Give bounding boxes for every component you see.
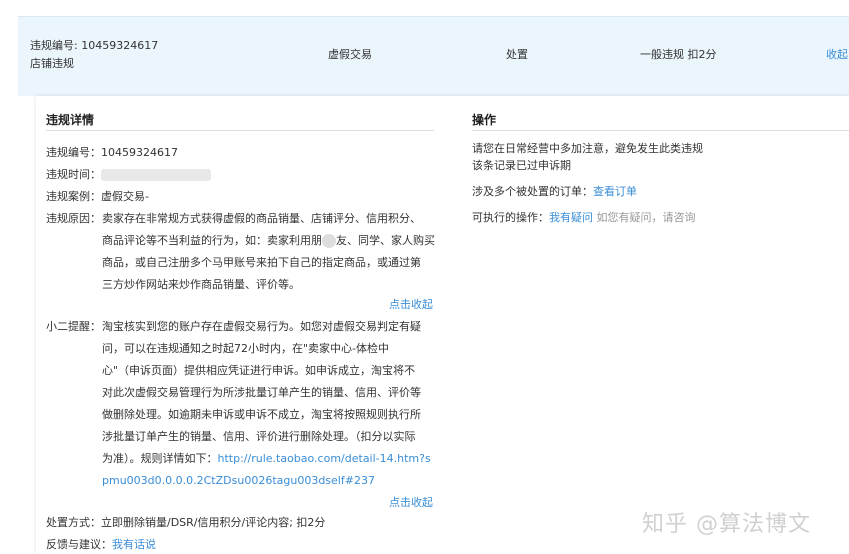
notice-line: 请您在日常经营中多加注意，避免发生此类违规 (472, 142, 703, 155)
reminder-line: 淘宝核实到您的账户存在虚假交易行为。如您对虚假交易判定有疑 (102, 320, 421, 333)
reminder-line: 问，可以在违规通知之时起72小时内，在"卖家中心-体检中 (102, 342, 390, 355)
rule-link-cont[interactable]: pmu003d0.0.0.0.2CtZDsu0026tagu003dself#2… (102, 470, 442, 492)
detail-id-label: 违规编号： (46, 146, 101, 159)
summary-status: 处置 (506, 48, 528, 61)
detail-reminder-text: 淘宝核实到您的账户存在虚假交易行为。如您对虚假交易判定有疑 问，可以在违规通知之… (102, 316, 442, 492)
summary-penalty: 一般违规 扣2分 (640, 48, 717, 61)
details-panel: 违规详情 违规编号：10459324617 违规时间： 违规案例：虚假交易- 违… (36, 96, 849, 554)
detail-handling-row: 处置方式：立即删除销量/DSR/信用积分/评论内容; 扣2分 (46, 512, 325, 534)
details-divider (46, 130, 434, 131)
view-orders-link[interactable]: 查看订单 (593, 185, 637, 198)
detail-case-row: 违规案例：虚假交易- (46, 186, 149, 208)
summary-type: 虚假交易 (328, 48, 372, 61)
fold-link-1[interactable]: 点击收起 (389, 294, 433, 316)
detail-id-value: 10459324617 (101, 146, 178, 159)
notice-line: 该条记录已过申诉期 (472, 159, 571, 172)
rule-link[interactable]: http://rule.taobao.com/detail-14.htm?s (218, 452, 431, 465)
orders-label: 涉及多个被处置的订单： (472, 185, 593, 198)
redacted-time (101, 169, 211, 181)
detail-case-value: 虚假交易- (101, 190, 149, 203)
detail-feedback-label: 反馈与建议： (46, 538, 112, 551)
actions-row: 可执行的操作：我有疑问 如您有疑问，请咨询 (472, 207, 696, 229)
feedback-link[interactable]: 我有话说 (112, 538, 156, 551)
reason-line-2: 商品评论等不当利益的行为，如：卖家利用朋 友、同学、家人购买 (102, 234, 435, 248)
actions-hint: 如您有疑问，请咨询 (596, 211, 696, 224)
redacted-mark (322, 234, 336, 248)
detail-feedback-row: 反馈与建议：我有话说 (46, 534, 156, 554)
collapse-link[interactable]: 收起 (826, 46, 848, 62)
summary-id-label: 违规编号: (30, 39, 78, 52)
detail-handling-label: 处置方式： (46, 516, 101, 529)
detail-reason-text: 卖家存在非常规方式获得虚假的商品销量、店铺评分、信用积分、 商品评论等不当利益的… (102, 208, 442, 296)
operations-title: 操作 (472, 113, 497, 127)
question-link[interactable]: 我有疑问 (549, 211, 593, 224)
operations-divider (472, 130, 849, 131)
reminder-line: 做删除处理。如逾期未申诉或申诉不成立，淘宝将按照规则执行所 (102, 408, 421, 421)
reason-line: 卖家存在非常规方式获得虚假的商品销量、店铺评分、信用积分、 (102, 212, 421, 225)
orders-row: 涉及多个被处置的订单：查看订单 (472, 181, 637, 203)
detail-id-row: 违规编号：10459324617 (46, 142, 178, 164)
reminder-line-links: 为准）。规则详情如下：http://rule.taobao.com/detail… (102, 452, 431, 465)
detail-handling-value: 立即删除销量/DSR/信用积分/评论内容; 扣2分 (101, 516, 326, 529)
operations-notice: 请您在日常经营中多加注意，避免发生此类违规 该条记录已过申诉期 (472, 140, 703, 174)
summary-category: 店铺违规 (30, 57, 74, 70)
actions-label: 可执行的操作： (472, 211, 549, 224)
reminder-line: 涉批量订单产生的销量、信用、评价进行删除处理。（扣分以实际 (102, 430, 416, 443)
detail-time-label: 违规时间： (46, 168, 101, 181)
fold-link-2[interactable]: 点击收起 (389, 492, 433, 514)
reminder-line: 对此次虚假交易管理行为所涉批量订单产生的销量、信用、评价等 (102, 386, 421, 399)
reason-line: 三方炒作网站来炒作商品销量、评价等。 (102, 278, 300, 291)
reason-line: 商品，或自己注册多个马甲账号来拍下自己的指定商品，或通过第 (102, 256, 421, 269)
details-title: 违规详情 (46, 113, 95, 127)
detail-case-label: 违规案例： (46, 190, 101, 203)
reminder-line: 心"（申诉页面）提供相应凭证进行申诉。如申诉成立，淘宝将不 (102, 364, 416, 377)
summary-id-block: 违规编号: 10459324617 店铺违规 (30, 37, 158, 73)
detail-reminder-label: 小二提醒： (46, 320, 101, 333)
summary-id-value: 10459324617 (81, 39, 159, 52)
watermark: 知乎 @算法博文 (642, 512, 811, 537)
detail-time-row: 违规时间： (46, 164, 211, 186)
detail-reason-label: 违规原因： (46, 212, 101, 225)
violation-summary-bar: 违规编号: 10459324617 店铺违规 虚假交易 处置 一般违规 扣2分 … (18, 16, 849, 96)
